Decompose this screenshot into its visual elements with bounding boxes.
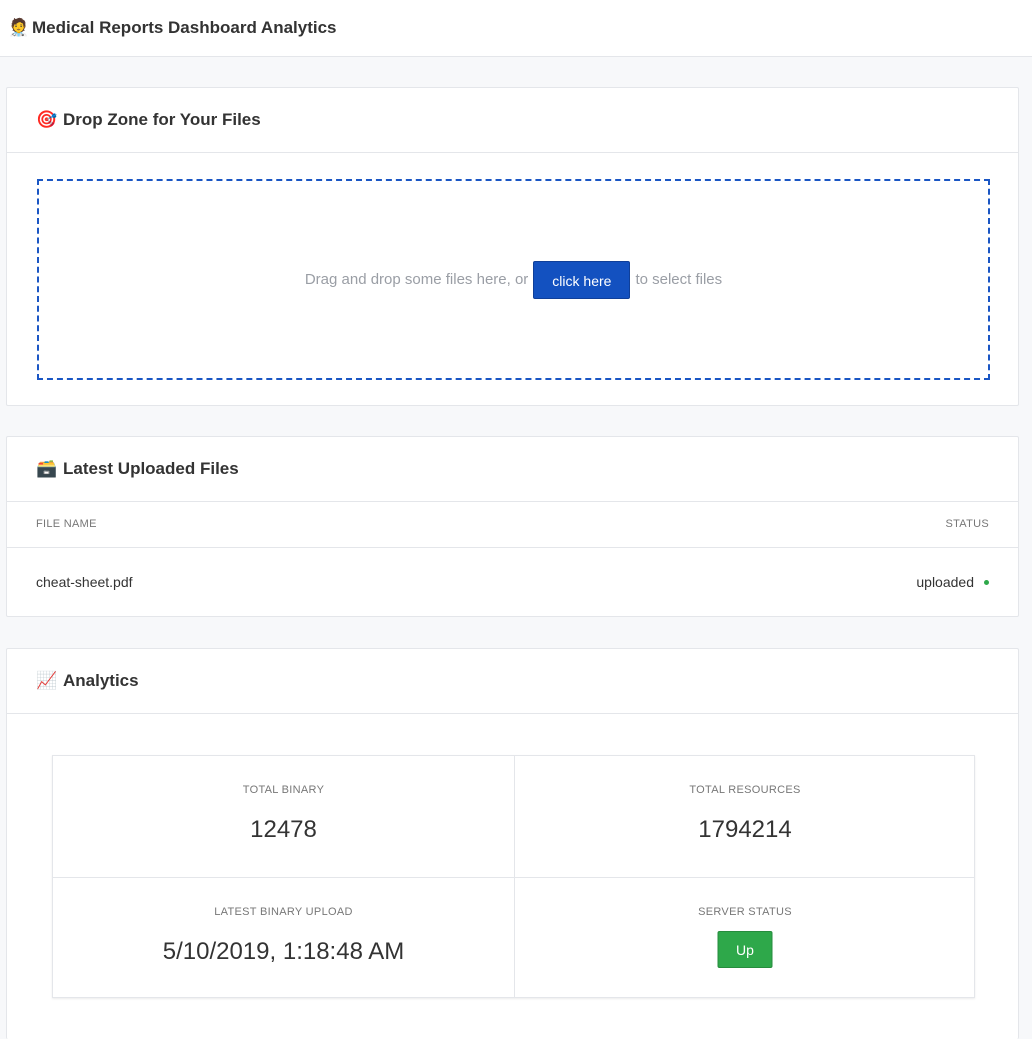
files-table-header: FILE NAME STATUS xyxy=(7,503,1018,548)
table-row: cheat-sheet.pdf uploaded xyxy=(7,548,1018,616)
chart-increasing-icon: 📈 xyxy=(36,671,58,690)
uploaded-files-card-header: 🗃️ Latest Uploaded Files xyxy=(7,437,1018,502)
file-box-icon: 🗃️ xyxy=(36,459,58,478)
select-files-button[interactable]: click here xyxy=(533,260,631,299)
dropzone-text-after: to select files xyxy=(635,271,723,288)
stat-value: 5/10/2019, 1:18:48 AM xyxy=(162,938,405,965)
stat-server-status: SERVER STATUS Up xyxy=(514,877,975,998)
top-bar: 🧑‍⚕️ Medical Reports Dashboard Analytics xyxy=(0,0,1032,57)
column-header-status: STATUS xyxy=(945,518,989,530)
uploaded-files-card: 🗃️ Latest Uploaded Files FILE NAME STATU… xyxy=(6,436,1019,617)
file-drop-zone[interactable]: Drag and drop some files here, or click … xyxy=(37,179,990,380)
analytics-card: 📈 Analytics TOTAL BINARY 12478 TOTAL RES… xyxy=(6,648,1019,1039)
uploaded-files-title: Latest Uploaded Files xyxy=(63,459,239,478)
dropzone-title: Drop Zone for Your Files xyxy=(63,110,261,129)
target-icon: 🎯 xyxy=(36,110,58,129)
dropzone-text-before: Drag and drop some files here, or xyxy=(304,271,529,288)
server-status-badge[interactable]: Up xyxy=(717,931,773,968)
file-status: uploaded xyxy=(916,574,989,590)
stat-latest-binary-upload: LATEST BINARY UPLOAD 5/10/2019, 1:18:48 … xyxy=(53,877,514,998)
stats-grid: TOTAL BINARY 12478 TOTAL RESOURCES 17942… xyxy=(52,755,975,998)
file-status-label: uploaded xyxy=(916,574,974,590)
app-title: Medical Reports Dashboard Analytics xyxy=(32,18,337,37)
stat-label: LATEST BINARY UPLOAD xyxy=(214,906,353,918)
column-header-file-name: FILE NAME xyxy=(36,518,97,530)
analytics-title: Analytics xyxy=(63,671,139,690)
doctor-icon: 🧑‍⚕️ xyxy=(8,18,30,37)
dropzone-card-header: 🎯 Drop Zone for Your Files xyxy=(7,88,1018,153)
stat-label: TOTAL RESOURCES xyxy=(689,784,801,796)
stat-total-resources: TOTAL RESOURCES 1794214 xyxy=(514,756,975,877)
stat-value: 12478 xyxy=(250,816,317,843)
stat-label: SERVER STATUS xyxy=(698,906,792,918)
file-name: cheat-sheet.pdf xyxy=(36,574,133,590)
analytics-card-header: 📈 Analytics xyxy=(7,649,1018,714)
status-dot-icon xyxy=(984,579,989,585)
stat-value: 1794214 xyxy=(698,816,792,843)
stat-label: TOTAL BINARY xyxy=(242,784,325,796)
dropzone-card: 🎯 Drop Zone for Your Files Drag and drop… xyxy=(6,87,1019,406)
stat-total-binary: TOTAL BINARY 12478 xyxy=(53,756,514,877)
